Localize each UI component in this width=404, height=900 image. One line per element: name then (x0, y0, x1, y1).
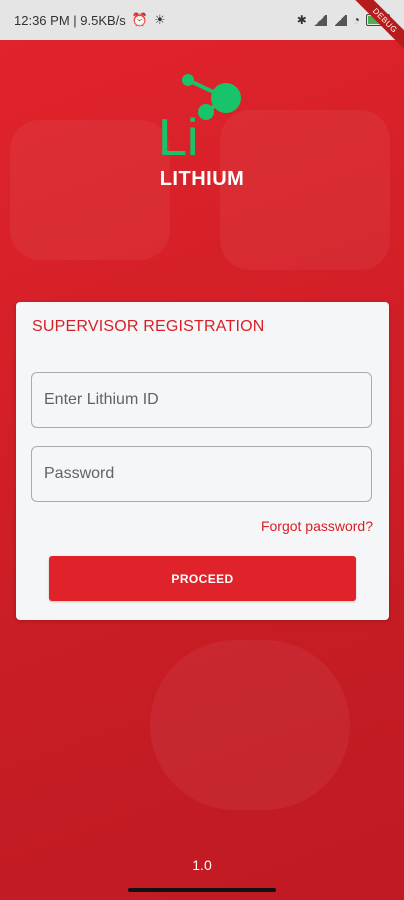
signal-icon (312, 14, 327, 26)
logo-text: Li (158, 109, 198, 162)
app-version: 1.0 (192, 857, 212, 873)
signal-icon (332, 14, 347, 26)
background-decoration (150, 640, 350, 810)
forgot-password-link[interactable]: Forgot password? (261, 518, 373, 534)
password-input[interactable] (32, 447, 371, 501)
home-indicator[interactable] (128, 888, 276, 892)
lithium-logo: Li (158, 74, 241, 162)
proceed-button[interactable]: PROCEED (49, 556, 356, 601)
lithium-id-field[interactable] (31, 372, 372, 428)
wifi-icon: ◔ (352, 13, 360, 27)
alarm-icon: ⏰ (131, 12, 148, 27)
bluetooth-icon: ✱ (296, 13, 307, 27)
status-time: 12:36 PM | 9.5KB/s (14, 12, 126, 28)
lithium-id-input[interactable] (32, 373, 371, 427)
status-bar: 12:36 PM | 9.5KB/s ⏰ ☀ ✱ ◔ (0, 0, 404, 40)
registration-card: SUPERVISOR REGISTRATION Forgot password?… (16, 302, 389, 620)
app-screen: 12:36 PM | 9.5KB/s ⏰ ☀ ✱ ◔ DEBUG Li LITH… (0, 0, 404, 900)
form-title: SUPERVISOR REGISTRATION (32, 318, 265, 335)
password-field[interactable] (31, 446, 372, 502)
notification-icon: ☀ (153, 12, 166, 27)
brand-name: LITHIUM (159, 168, 245, 190)
